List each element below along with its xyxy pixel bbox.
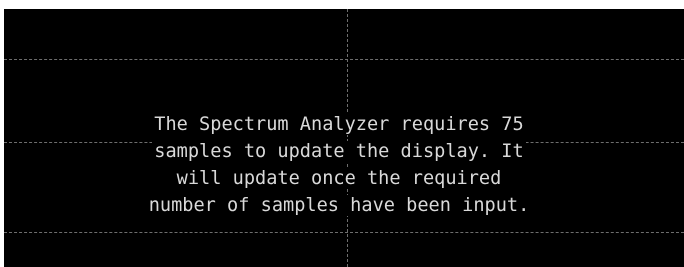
spectrum-analyzer-window: The Spectrum Analyzer requires 75 sample… [0,0,684,267]
message-line-3: will update once the required [174,168,504,189]
horizontal-gridline [4,59,684,60]
message-line-4: number of samples have been input. [146,195,532,216]
update-status-message: The Spectrum Analyzer requires 75 sample… [62,111,616,219]
horizontal-gridline [4,232,684,233]
message-line-2: samples to update the display. It [152,141,526,162]
message-line-1: The Spectrum Analyzer requires 75 [152,114,526,135]
